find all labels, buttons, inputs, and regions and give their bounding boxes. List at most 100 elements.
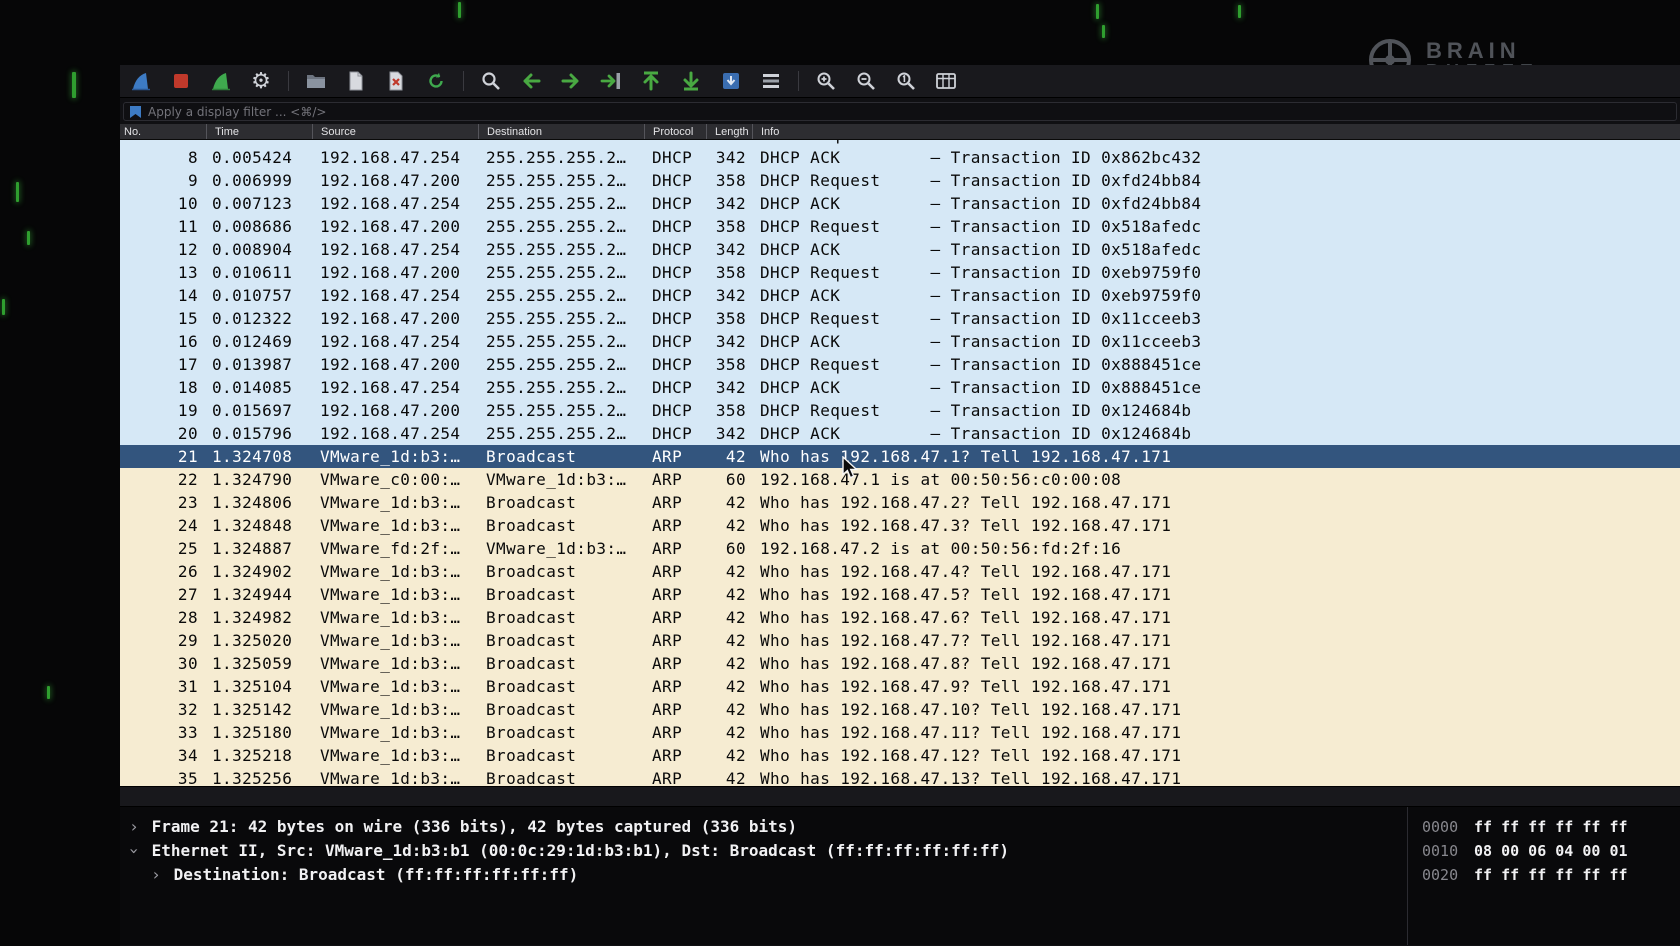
save-file-button[interactable] — [339, 67, 373, 95]
packet-row[interactable]: 10 0.007123 192.168.47.254 255.255.255.2… DH… — [120, 192, 1680, 215]
packet-row[interactable]: 23 1.324806 VMware_1d:b3:… Broadcast ARP 42 Wh… — [120, 491, 1680, 514]
detail-row[interactable]: › Destination: Broadcast (ff:ff:ff:ff:ff… — [126, 863, 1407, 887]
packet-row[interactable]: 22 1.324790 VMware_c0:00:… VMware_1d:b3:… AR… — [120, 468, 1680, 491]
cell-dst: 255.255.255.2… — [486, 332, 627, 351]
packet-row[interactable]: 25 1.324887 VMware_fd:2f:… VMware_1d:b3:… AR… — [120, 537, 1680, 560]
zoom-normal-button[interactable] — [889, 67, 923, 95]
packet-row[interactable]: 19 0.015697 192.168.47.200 255.255.255.2… DH… — [120, 399, 1680, 422]
column-header-length[interactable]: Length — [706, 124, 752, 139]
packet-row[interactable]: 16 0.012469 192.168.47.254 255.255.255.2… DH… — [120, 330, 1680, 353]
pane-divider[interactable] — [120, 786, 1680, 807]
cell-len: 42 — [725, 769, 746, 786]
column-header-no[interactable]: No. — [120, 124, 206, 139]
detail-row[interactable]: › Ethernet II, Src: VMware_1d:b3:b1 (00:… — [126, 839, 1407, 863]
chevron-down-icon[interactable]: › — [126, 843, 146, 859]
packet-row[interactable]: 29 1.325020 VMware_1d:b3:… Broadcast ARP 42 Wh… — [120, 629, 1680, 652]
cell-src: VMware_1d:b3:… — [320, 608, 461, 627]
chevron-right-icon[interactable]: › — [148, 863, 164, 887]
packet-row-selected[interactable]: 21 1.324708 VMware_1d:b3:… Broadcast ARP 42 Wh… — [120, 445, 1680, 468]
open-file-button[interactable] — [299, 67, 333, 95]
chevron-right-icon[interactable]: › — [126, 815, 142, 839]
packet-row[interactable]: 27 1.324944 VMware_1d:b3:… Broadcast ARP 42 Wh… — [120, 583, 1680, 606]
cell-len: 60 — [725, 470, 746, 489]
cell-info: DHCP ACK – Transaction ID 0x862bc432 — [760, 148, 1202, 167]
cell-dst: VMware_1d:b3:… — [486, 539, 627, 558]
column-header-destination[interactable]: Destination — [478, 124, 644, 139]
cell-info: DHCP ACK – Transaction ID 0xeb9759f0 — [760, 286, 1202, 305]
cell-time: 1.324982 — [212, 608, 293, 627]
column-header-protocol[interactable]: Protocol — [644, 124, 706, 139]
cell-time: 1.324790 — [212, 470, 293, 489]
go-last-packet-button[interactable] — [674, 67, 708, 95]
cell-len: 342 — [715, 286, 746, 305]
stop-capture-button[interactable] — [164, 67, 198, 95]
packet-row[interactable]: 28 1.324982 VMware_1d:b3:… Broadcast ARP 42 Wh… — [120, 606, 1680, 629]
packet-row[interactable]: 8 0.005424 192.168.47.254 255.255.255.2… DHC… — [120, 146, 1680, 169]
go-to-packet-button[interactable] — [594, 67, 628, 95]
cell-proto: ARP — [652, 539, 683, 558]
packet-row[interactable]: 15 0.012322 192.168.47.200 255.255.255.2… DH… — [120, 307, 1680, 330]
go-back-button[interactable] — [514, 67, 548, 95]
packet-row[interactable]: 9 0.006999 192.168.47.200 255.255.255.2… DHC… — [120, 169, 1680, 192]
cell-src: VMware_1d:b3:… — [320, 516, 461, 535]
detail-row[interactable]: › Frame 21: 42 bytes on wire (336 bits),… — [126, 815, 1407, 839]
arrow-right-icon — [561, 73, 579, 89]
packet-row[interactable]: 14 0.010757 192.168.47.254 255.255.255.2… DH… — [120, 284, 1680, 307]
column-header-source[interactable]: Source — [312, 124, 478, 139]
cell-time: 1.325218 — [212, 746, 293, 765]
column-header-info[interactable]: Info — [752, 124, 1680, 139]
go-first-packet-button[interactable] — [634, 67, 668, 95]
packet-row[interactable]: 17 0.013987 192.168.47.200 255.255.255.2… DH… — [120, 353, 1680, 376]
packet-row[interactable]: 35 1.325256 VMware_1d:b3:… Broadcast ARP 42 Wh… — [120, 767, 1680, 786]
packet-row[interactable]: 30 1.325059 VMware_1d:b3:… Broadcast ARP 42 Wh… — [120, 652, 1680, 675]
detail-text: Ethernet II, Src: VMware_1d:b3:b1 (00:0c… — [142, 841, 1009, 860]
auto-scroll-button[interactable] — [714, 67, 748, 95]
find-packet-button[interactable] — [474, 67, 508, 95]
capture-options-button[interactable]: ⚙ — [244, 67, 278, 95]
go-forward-button[interactable] — [554, 67, 588, 95]
packet-row[interactable]: 12 0.008904 192.168.47.254 255.255.255.2… DH… — [120, 238, 1680, 261]
cell-src: VMware_c0:00:… — [320, 470, 461, 489]
cell-dst: 255.255.255.2… — [486, 217, 627, 236]
cell-len: 42 — [725, 746, 746, 765]
resize-columns-button[interactable] — [929, 67, 963, 95]
cell-dst: Broadcast — [486, 723, 577, 742]
packet-row[interactable]: 31 1.325104 VMware_1d:b3:… Broadcast ARP 42 Wh… — [120, 675, 1680, 698]
hex-row[interactable]: 0020 ff ff ff ff ff ff — [1422, 863, 1680, 887]
cell-info: Who has 192.168.47.8? Tell 192.168.47.17… — [760, 654, 1172, 673]
cell-dst: Broadcast — [486, 447, 577, 466]
cell-src: 192.168.47.254 — [320, 240, 461, 259]
zoom-in-icon — [817, 72, 835, 90]
packet-row[interactable]: 24 1.324848 VMware_1d:b3:… Broadcast ARP 42 Wh… — [120, 514, 1680, 537]
cell-dst: Broadcast — [486, 516, 577, 535]
packet-row[interactable]: 33 1.325180 VMware_1d:b3:… Broadcast ARP 42 Wh… — [120, 721, 1680, 744]
cell-time: 1.325256 — [212, 769, 293, 786]
colorize-button[interactable] — [754, 67, 788, 95]
cell-proto: DHCP — [652, 401, 693, 420]
reload-file-button[interactable] — [419, 67, 453, 95]
cell-src: 192.168.47.254 — [320, 424, 461, 443]
packet-row[interactable]: 11 0.008686 192.168.47.200 255.255.255.2… DH… — [120, 215, 1680, 238]
packet-row[interactable]: 13 0.010611 192.168.47.200 255.255.255.2… DH… — [120, 261, 1680, 284]
cell-info: DHCP ACK – Transaction ID 0x124684b — [760, 424, 1192, 443]
cell-proto: DHCP — [652, 194, 693, 213]
close-file-button[interactable] — [379, 67, 413, 95]
packet-row[interactable]: 20 0.015796 192.168.47.254 255.255.255.2… DH… — [120, 422, 1680, 445]
packet-row[interactable]: 32 1.325142 VMware_1d:b3:… Broadcast ARP 42 Wh… — [120, 698, 1680, 721]
display-filter-input[interactable]: Apply a display filter ... <⌘/> — [123, 102, 1677, 121]
cell-time: 1.325104 — [212, 677, 293, 696]
hex-row[interactable]: 0000 ff ff ff ff ff ff — [1422, 815, 1680, 839]
restart-capture-button[interactable] — [204, 67, 238, 95]
bottom-panes: › Frame 21: 42 bytes on wire (336 bits),… — [120, 807, 1680, 945]
zoom-out-button[interactable] — [849, 67, 883, 95]
hex-row[interactable]: 0010 08 00 06 04 00 01 — [1422, 839, 1680, 863]
packet-row[interactable]: 26 1.324902 VMware_1d:b3:… Broadcast ARP 42 Wh… — [120, 560, 1680, 583]
zoom-in-button[interactable] — [809, 67, 843, 95]
desktop-background: BRAIN BUFFET ⚙ — [0, 0, 1680, 946]
packet-row[interactable]: 18 0.014085 192.168.47.254 255.255.255.2… DH… — [120, 376, 1680, 399]
packet-row[interactable]: 34 1.325218 VMware_1d:b3:… Broadcast ARP 42 Wh… — [120, 744, 1680, 767]
column-header-time[interactable]: Time — [206, 124, 312, 139]
cell-info: Who has 192.168.47.10? Tell 192.168.47.1… — [760, 700, 1182, 719]
start-capture-button[interactable] — [124, 67, 158, 95]
cell-no: 27 — [177, 585, 198, 604]
